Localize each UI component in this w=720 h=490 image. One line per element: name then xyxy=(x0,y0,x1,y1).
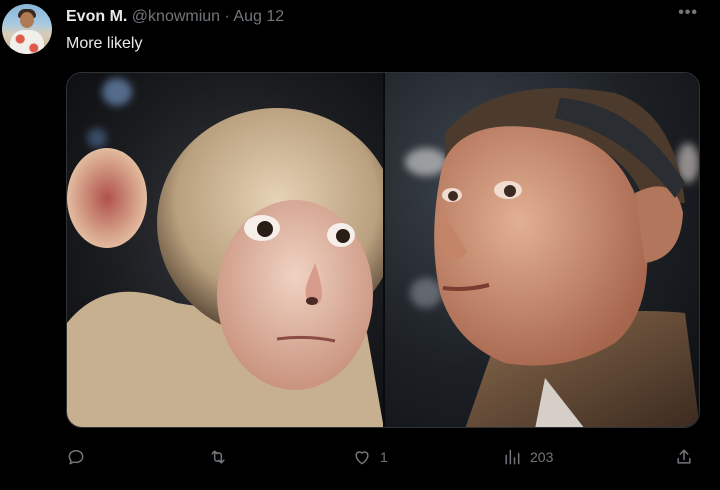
more-options-icon[interactable]: ••• xyxy=(678,4,698,22)
avatar-face xyxy=(20,12,34,28)
heart-icon xyxy=(355,451,369,465)
reply-icon xyxy=(68,450,84,465)
views-icon xyxy=(505,449,520,465)
views-button[interactable]: 203 xyxy=(502,444,553,470)
avatar-shirt xyxy=(10,30,44,54)
share-icon xyxy=(677,449,691,464)
handle[interactable]: @knowmiun xyxy=(132,8,220,25)
tweet-header: Evon M. @knowmiun · Aug 12 xyxy=(66,8,284,28)
man-illustration xyxy=(434,88,699,427)
media-left-image[interactable] xyxy=(67,73,384,427)
separator-dot: · xyxy=(224,8,230,25)
retweet-icon xyxy=(211,450,225,464)
views-count: 203 xyxy=(530,449,554,465)
tweet-card[interactable]: Evon M. @knowmiun · Aug 12 ••• More like… xyxy=(0,0,720,490)
retweet-button[interactable] xyxy=(208,444,236,470)
tweet-text: More likely xyxy=(66,35,143,52)
share-button[interactable] xyxy=(674,444,694,470)
action-bar: 1 203 xyxy=(66,444,700,470)
tweet-media[interactable] xyxy=(66,72,700,428)
like-count: 1 xyxy=(380,449,388,465)
media-right-image[interactable] xyxy=(383,73,699,427)
like-button[interactable]: 1 xyxy=(352,444,388,470)
tweet-date[interactable]: Aug 12 xyxy=(233,8,284,25)
display-name[interactable]: Evon M. xyxy=(66,8,127,25)
avatar[interactable] xyxy=(2,4,52,54)
reply-button[interactable] xyxy=(66,444,94,470)
monkey-illustration xyxy=(67,108,384,427)
